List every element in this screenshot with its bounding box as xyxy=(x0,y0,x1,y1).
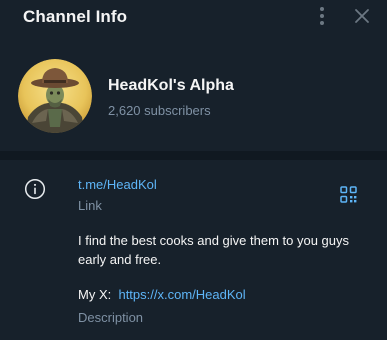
channel-avatar[interactable] xyxy=(18,59,92,133)
panel-title: Channel Info xyxy=(23,7,128,26)
description-x-label: My X: xyxy=(78,287,115,302)
close-icon[interactable] xyxy=(352,6,372,26)
subscriber-count: 2,620 subscribers xyxy=(108,103,211,118)
link-caption: Link xyxy=(78,198,102,213)
section-divider xyxy=(0,151,387,160)
description-x-line: My X: https://x.com/HeadKol xyxy=(78,285,368,304)
channel-description: I find the best cooks and give them to y… xyxy=(78,231,368,304)
header: Channel Info xyxy=(0,0,387,34)
info-icon xyxy=(24,178,46,200)
channel-name: HeadKol's Alpha xyxy=(108,77,234,94)
channel-link[interactable]: t.me/HeadKol xyxy=(78,177,157,192)
x-profile-link[interactable]: https://x.com/HeadKol xyxy=(118,287,245,302)
description-text: I find the best cooks and give them to y… xyxy=(78,233,349,267)
qr-code-icon[interactable] xyxy=(340,186,357,203)
more-vertical-icon[interactable] xyxy=(312,5,332,27)
channel-info-panel: Channel Info HeadKol's Alpha 2,620 subsc… xyxy=(0,0,387,340)
description-caption: Description xyxy=(78,310,144,325)
